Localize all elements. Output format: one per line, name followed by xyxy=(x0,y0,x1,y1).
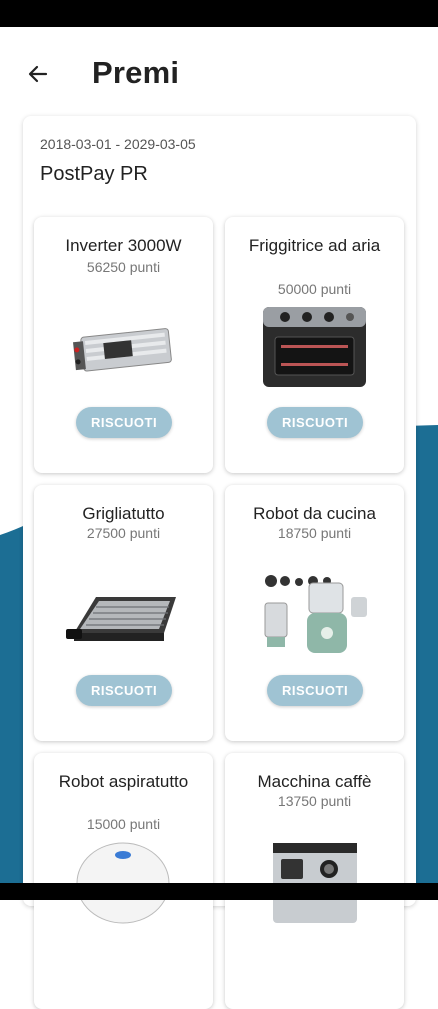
prize-name: Friggitrice ad aria xyxy=(248,236,381,255)
navigation-bar xyxy=(0,883,438,900)
prize-card-robot-vacuum[interactable]: Robot aspiratutto 15000 punti xyxy=(34,753,213,1009)
prize-name: Inverter 3000W xyxy=(65,236,182,255)
prize-name: Robot da cucina xyxy=(253,504,376,523)
food-processor-image xyxy=(264,575,367,653)
prize-points: 27500 punti xyxy=(86,525,161,541)
program-card: 2018-03-01 - 2029-03-05 PostPay PR Inver… xyxy=(23,116,416,1009)
prize-card-coffee-machine[interactable]: Macchina caffè 13750 punti xyxy=(225,753,404,1009)
prize-points: 18750 punti xyxy=(277,525,352,541)
app-bar: Premi xyxy=(0,27,438,117)
status-bar xyxy=(0,0,438,27)
prize-name: Grigliatutto xyxy=(82,504,165,523)
prize-points: 56250 punti xyxy=(86,259,161,275)
program-name: PostPay PR xyxy=(40,163,148,185)
redeem-button[interactable]: RISCUOTI xyxy=(76,407,172,438)
page-title: Premi xyxy=(92,55,180,90)
prize-card-grill[interactable]: Grigliatutto 27500 punti RISCUOTI xyxy=(34,485,213,741)
prize-name: Macchina caffè xyxy=(257,772,372,791)
date-range: 2018-03-01 - 2029-03-05 xyxy=(40,136,196,152)
air-fryer-image xyxy=(263,307,366,387)
prize-points: 50000 punti xyxy=(277,281,352,297)
prize-points: 13750 punti xyxy=(277,793,352,809)
prize-card-food-processor[interactable]: Robot da cucina 18750 punti RISCUOTI xyxy=(225,485,404,741)
electric-grill-image xyxy=(66,597,176,641)
back-button[interactable] xyxy=(18,59,58,89)
prize-points: 15000 punti xyxy=(86,816,161,832)
redeem-button[interactable]: RISCUOTI xyxy=(267,675,363,706)
inverter-image xyxy=(73,328,172,372)
redeem-button[interactable]: RISCUOTI xyxy=(267,407,363,438)
prize-card-inverter[interactable]: Inverter 3000W 56250 punti RISCUOTI xyxy=(34,217,213,473)
prize-card-air-fryer[interactable]: Friggitrice ad aria 50000 punti RISCUOTI xyxy=(225,217,404,473)
prize-name: Robot aspiratutto xyxy=(58,772,189,791)
redeem-button[interactable]: RISCUOTI xyxy=(76,675,172,706)
arrow-left-icon xyxy=(28,65,48,83)
